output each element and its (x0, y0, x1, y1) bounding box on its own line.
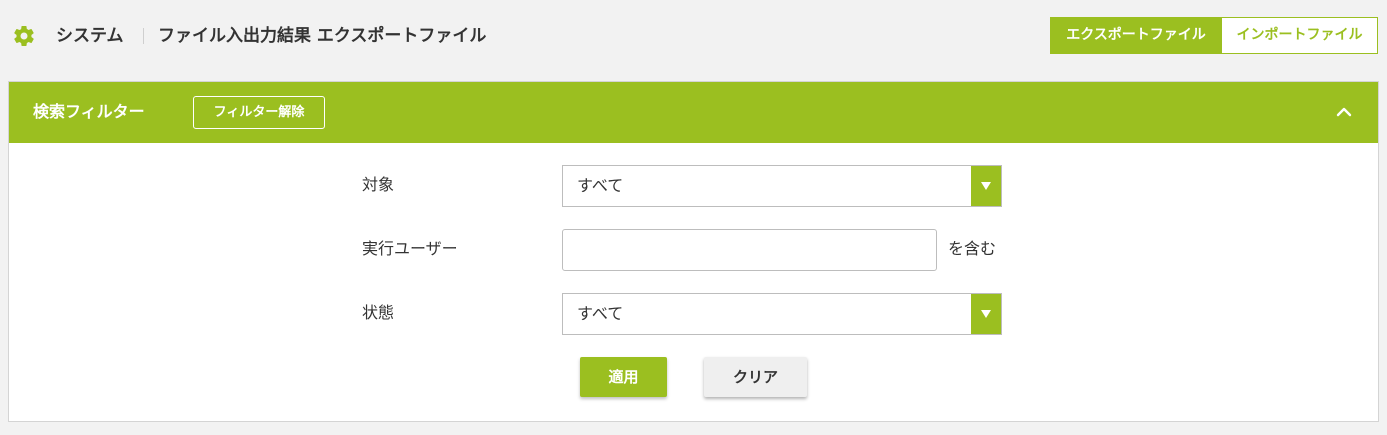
filter-panel-header[interactable]: 検索フィルター フィルター解除 (9, 82, 1378, 143)
filter-title: 検索フィルター (33, 102, 145, 121)
tab-import-files[interactable]: インポートファイル (1222, 17, 1378, 54)
status-label: 状態 (362, 303, 395, 322)
breadcrumb-system[interactable]: システム (56, 24, 124, 48)
status-select-value: すべて (577, 304, 624, 323)
page-title: ファイル入出力結果 エクスポートファイル (158, 26, 487, 46)
contains-suffix: を含む (948, 239, 997, 258)
dropdown-arrow-icon[interactable] (971, 166, 1001, 206)
file-type-toggle: エクスポートファイル インポートファイル (1050, 17, 1378, 54)
dropdown-arrow-icon[interactable] (971, 294, 1001, 334)
target-select-value: すべて (577, 176, 624, 195)
clear-button[interactable]: クリア (704, 357, 807, 397)
breadcrumb-separator (143, 28, 144, 44)
tab-export-files[interactable]: エクスポートファイル (1050, 17, 1222, 54)
user-label: 実行ユーザー (362, 239, 458, 258)
chevron-up-icon[interactable] (1332, 100, 1356, 124)
page-header: システム ファイル入出力結果 エクスポートファイル エクスポートファイル インポ… (0, 0, 1387, 72)
status-select[interactable]: すべて (562, 293, 1002, 335)
user-input[interactable] (562, 229, 937, 271)
apply-button[interactable]: 適用 (580, 357, 667, 397)
clear-filter-button[interactable]: フィルター解除 (193, 96, 325, 129)
target-select[interactable]: すべて (562, 165, 1002, 207)
target-label: 対象 (362, 175, 395, 194)
gear-icon (14, 26, 34, 47)
search-filter-panel: 検索フィルター フィルター解除 対象 すべて 実行ユーザー を含む 状態 すべて… (8, 81, 1379, 422)
